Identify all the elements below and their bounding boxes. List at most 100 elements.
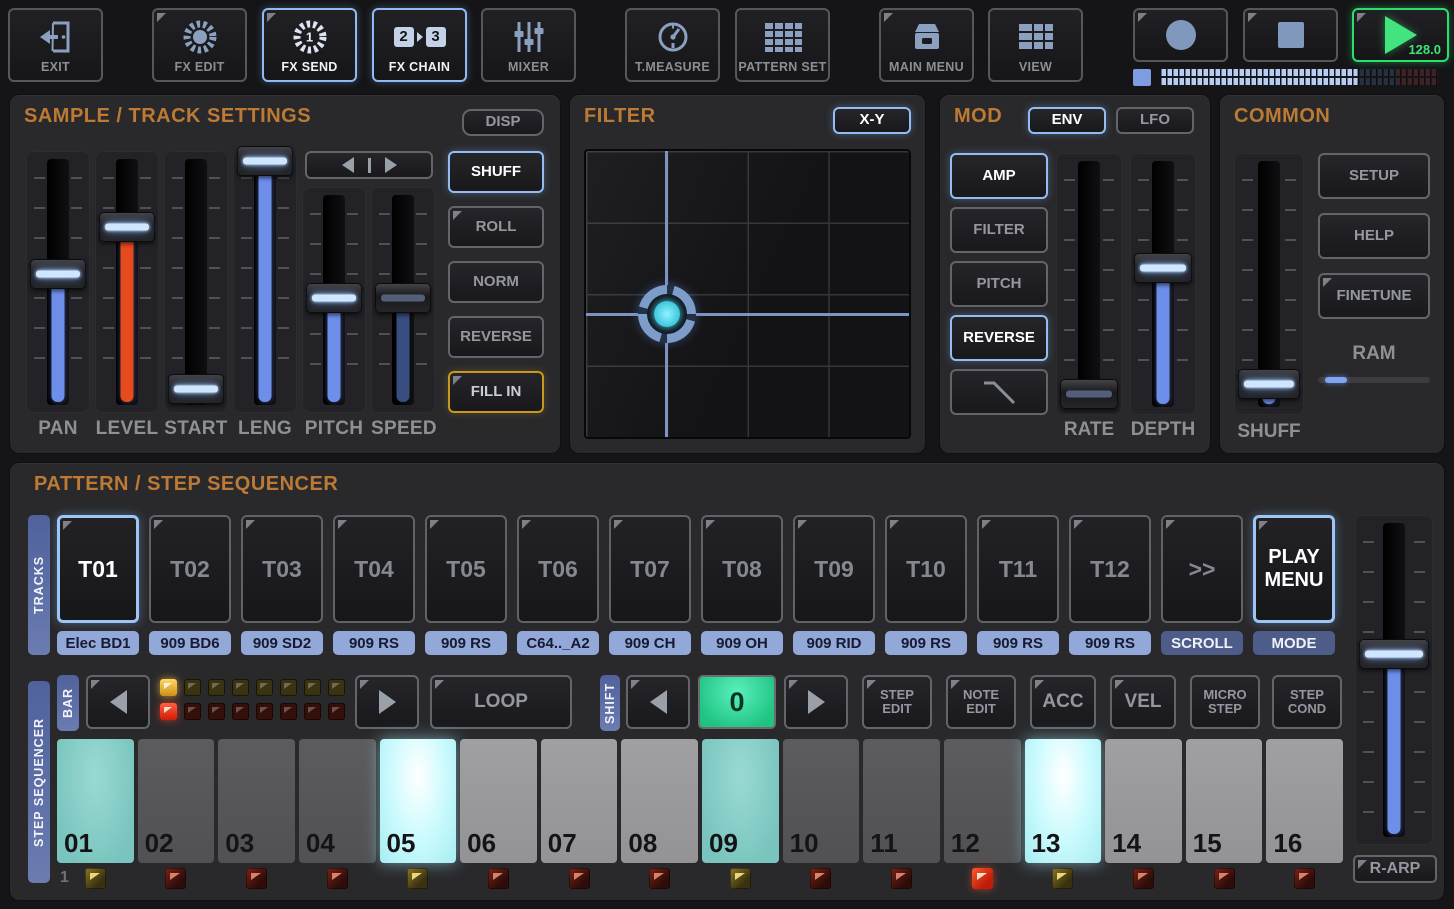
step-cell[interactable]: 12 (944, 739, 1021, 863)
sample-mode-button[interactable]: REVERSE (448, 316, 544, 358)
track-button[interactable]: T12 (1069, 515, 1151, 623)
note-edit-button[interactable]: NOTE EDIT (946, 675, 1016, 729)
step-cell[interactable]: 02 (138, 739, 215, 863)
play-button[interactable]: 128.0 (1352, 8, 1449, 62)
step-cell[interactable]: 05 (380, 739, 457, 863)
fx-chain-button[interactable]: 2 3 FX CHAIN (372, 8, 467, 82)
step-cell[interactable]: 08 (621, 739, 698, 863)
depth-slider[interactable] (1130, 153, 1196, 415)
sample-mode-button[interactable]: NORM (448, 261, 544, 303)
track-button[interactable]: T06 (517, 515, 599, 623)
slider-handle[interactable] (99, 212, 155, 242)
env-tab[interactable]: ENV (1028, 107, 1106, 134)
track-button[interactable]: T05 (425, 515, 507, 623)
shift-value-display[interactable]: 0 (698, 675, 776, 729)
sample-mode-button[interactable]: SHUFF (448, 151, 544, 193)
pattern-set-button[interactable]: PATTERN SET (735, 8, 830, 82)
sample-slider[interactable] (164, 151, 228, 413)
slider-handle[interactable] (237, 146, 293, 176)
pattern-level-slider[interactable] (1355, 515, 1433, 845)
play-menu-button[interactable]: PLAY MENU (1253, 515, 1335, 623)
sample-mode-button[interactable]: FILL IN (448, 371, 544, 413)
finetune-button[interactable]: FINETUNE (1318, 273, 1430, 319)
track-column: T09 909 RID (793, 515, 875, 655)
velocity-button[interactable]: VEL (1110, 675, 1176, 729)
micro-step-button[interactable]: MICRO STEP (1190, 675, 1260, 729)
bar-prev-button[interactable] (86, 675, 150, 729)
mod-target-button[interactable]: AMP (950, 153, 1048, 199)
sample-slider[interactable] (371, 187, 435, 413)
xy-mode-button[interactable]: X-Y (833, 107, 911, 134)
track-scroll-button[interactable]: >> (1161, 515, 1243, 623)
track-button[interactable]: T11 (977, 515, 1059, 623)
step-flag-icon (810, 868, 831, 889)
sample-slider[interactable] (26, 151, 90, 413)
step-cond-button[interactable]: STEP COND (1272, 675, 1342, 729)
mixer-button[interactable]: MIXER (481, 8, 576, 82)
step-cell[interactable]: 11 (863, 739, 940, 863)
step-cell[interactable]: 01 (57, 739, 134, 863)
fx-send-button[interactable]: 1 FX SEND (262, 8, 357, 82)
meter-source-indicator (1133, 69, 1151, 86)
step-cell[interactable]: 06 (460, 739, 537, 863)
disp-button[interactable]: DISP (462, 109, 544, 136)
slider-handle[interactable] (1060, 379, 1118, 409)
track-button[interactable]: T03 (241, 515, 323, 623)
step-cell[interactable]: 13 (1025, 739, 1102, 863)
rate-slider[interactable] (1056, 153, 1122, 415)
fx-edit-button[interactable]: FX EDIT (152, 8, 247, 82)
track-button[interactable]: T02 (149, 515, 231, 623)
slider-handle[interactable] (1359, 639, 1429, 669)
step-cell[interactable]: 14 (1105, 739, 1182, 863)
stop-button[interactable] (1243, 8, 1338, 62)
exit-button[interactable]: EXIT (8, 8, 103, 82)
slider-handle[interactable] (375, 283, 431, 313)
r-arp-button[interactable]: R-ARP (1353, 855, 1437, 883)
step-cell[interactable]: 10 (783, 739, 860, 863)
sample-mode-button[interactable]: ROLL (448, 206, 544, 248)
xy-cursor-puck[interactable] (638, 285, 696, 343)
slider-handle[interactable] (168, 374, 224, 404)
track-button[interactable]: T10 (885, 515, 967, 623)
step-cell[interactable]: 04 (299, 739, 376, 863)
shift-left-button[interactable] (626, 675, 690, 729)
track-button[interactable]: T09 (793, 515, 875, 623)
mod-target-button[interactable]: FILTER (950, 207, 1048, 253)
mod-target-button[interactable]: PITCH (950, 261, 1048, 307)
slider-handle[interactable] (1134, 253, 1192, 283)
loop-button[interactable]: LOOP (430, 675, 572, 729)
setup-button[interactable]: SETUP (1318, 153, 1430, 199)
filter-xy-pad[interactable] (584, 149, 911, 439)
envelope-shape-button[interactable] (950, 369, 1048, 415)
slider-handle[interactable] (30, 259, 86, 289)
step-cell[interactable]: 16 (1266, 739, 1343, 863)
track-id: T08 (722, 556, 762, 582)
help-button[interactable]: HELP (1318, 213, 1430, 259)
bar-next-button[interactable] (355, 675, 419, 729)
step-cell[interactable]: 09 (702, 739, 779, 863)
step-cell[interactable]: 07 (541, 739, 618, 863)
mod-target-button[interactable]: REVERSE (950, 315, 1048, 361)
sample-slider[interactable] (233, 151, 297, 413)
step-cell[interactable]: 03 (218, 739, 295, 863)
step-edit-button[interactable]: STEP EDIT (862, 675, 932, 729)
t-measure-button[interactable]: T.MEASURE (625, 8, 720, 82)
common-shuffle-slider[interactable] (1234, 153, 1304, 415)
accent-button[interactable]: ACC (1030, 675, 1096, 729)
step-cell[interactable]: 15 (1186, 739, 1263, 863)
slider-handle[interactable] (306, 283, 362, 313)
sample-slider[interactable] (95, 151, 159, 413)
view-button[interactable]: VIEW (988, 8, 1083, 82)
slider-handle[interactable] (1238, 369, 1300, 399)
track-button[interactable]: T08 (701, 515, 783, 623)
step-flag-icon (1052, 868, 1073, 889)
sample-prev-next-selector[interactable] (305, 151, 433, 179)
sample-slider[interactable] (302, 187, 366, 413)
track-button[interactable]: T07 (609, 515, 691, 623)
record-button[interactable] (1133, 8, 1228, 62)
track-button[interactable]: T01 (57, 515, 139, 623)
shift-right-button[interactable] (784, 675, 848, 729)
main-menu-button[interactable]: MAIN MENU (879, 8, 974, 82)
track-button[interactable]: T04 (333, 515, 415, 623)
lfo-tab[interactable]: LFO (1116, 107, 1194, 134)
